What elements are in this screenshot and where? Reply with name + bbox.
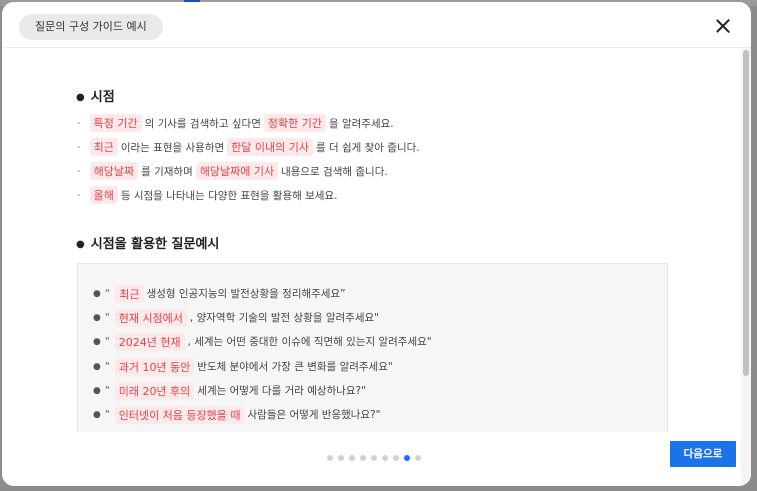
example-item: ● " 인터넷이 처음 등장했을 때 사람들은 어떻게 반응했나요?" [93,405,381,424]
dash-icon: - [77,141,81,153]
bullet-dot-icon: ● [93,336,101,347]
highlight-text: 한달 이내의 기사 [227,138,313,156]
example-item: ● " 미래 20년 후의 세계는 어떻게 다를 거라 예상하나요?" [93,381,366,400]
example-box: ● “ 최근 생성형 인공지능의 발전상황을 정리해주세요” ● " 현재 시점… [77,263,668,432]
highlight-text: 현재 시점에서 [114,308,187,327]
body-text: 세계는 어떻게 다를 거라 예상하나요?" [197,385,366,397]
section-title-examples: ● 시점을 활용한 질문예시 [76,237,220,252]
bullet-dot-icon: ● [93,361,101,372]
body-text: 등 시점을 나타내는 다양한 표현을 활용해 보세요. [120,189,338,202]
highlight-text: 특정 기간 [89,114,142,132]
body-text: , 양자역학 기술의 발전 상황을 알려주세요" [189,312,379,324]
list-item: - 올해 등 시점을 나타내는 다양한 표현을 활용해 보세요. [77,186,337,204]
pagination-dot[interactable] [382,455,388,461]
pagination-dot[interactable] [338,455,344,461]
close-icon[interactable] [715,18,731,34]
pagination-dot[interactable] [360,455,366,461]
body-text: 이라는 표현을 사용하면 [120,141,225,154]
bullet-dot-icon: ● [93,288,101,299]
body-text: 사람들은 어떻게 반응했나요?" [247,409,381,421]
dash-icon: - [77,189,81,201]
pagination-dot[interactable] [415,455,421,461]
body-text: 를 더 쉽게 찾아 줍니다. [315,141,420,154]
body-text: , 세계는 어떤 중대한 이슈에 직면해 있는지 알려주세요" [187,336,432,348]
next-button[interactable]: 다음으로 [670,441,736,467]
pagination-dot[interactable] [404,455,410,461]
section-title-time: ● 시점 [76,90,115,105]
pagination-dot[interactable] [349,455,355,461]
dash-icon: - [77,117,81,129]
example-item: ● " 현재 시점에서 , 양자역학 기술의 발전 상황을 알려주세요" [93,308,379,327]
bullet-dot-icon: ● [76,239,85,250]
bullet-dot-icon: ● [76,92,85,103]
bullet-dot-icon: ● [93,312,101,323]
body-text: 반도체 분야에서 가장 큰 변화를 알려주세요" [197,361,393,373]
dash-icon: - [77,165,81,177]
highlight-text: 2024년 현재 [114,332,185,351]
bullet-dot-icon: ● [93,385,101,396]
highlight-text: 해당날짜에 기사 [195,162,279,180]
list-item: - 특정 기간 의 기사를 검색하고 싶다면 정확한 기간 을 알려주세요. [77,114,394,132]
body-text: 생성형 인공지능의 발전상황을 정리해주세요” [146,288,346,300]
example-item: ● " 과거 10년 동안 반도체 분야에서 가장 큰 변화를 알려주세요" [93,357,393,376]
highlight-text: 최근 [115,284,144,303]
body-text: 을 알려주세요. [328,117,394,130]
pagination-dot[interactable] [371,455,377,461]
list-item: - 최근 이라는 표현을 사용하면 한달 이내의 기사 를 더 쉽게 찾아 줍니… [77,138,420,156]
highlight-text: 미래 20년 후의 [114,381,195,400]
body-text: 내용으로 검색해 줍니다. [281,165,388,178]
highlight-text: 정확한 기간 [263,114,326,132]
highlight-text: 인터넷이 처음 등장했을 때 [114,405,245,424]
bullet-dot-icon: ● [93,409,101,420]
pagination-dots [327,455,421,461]
highlight-text: 최근 [89,138,118,156]
body-text: 를 기재하며 [141,165,193,178]
highlight-text: 올해 [89,186,118,204]
highlight-text: 해당날짜 [89,162,139,180]
modal-header: 질문의 구성 가이드 예시 [2,2,751,48]
highlight-text: 과거 10년 동안 [114,357,195,376]
body-text: 의 기사를 검색하고 싶다면 [144,117,261,130]
modal-title: 질문의 구성 가이드 예시 [19,14,163,40]
modal-content: ● 시점 - 특정 기간 의 기사를 검색하고 싶다면 정확한 기간 을 알려주세… [2,48,741,432]
guide-modal: 질문의 구성 가이드 예시 ● 시점 - 특정 기간 의 기사를 검색하고 싶다면… [2,2,751,486]
list-item: - 해당날짜 를 기재하며 해당날짜에 기사 내용으로 검색해 줍니다. [77,162,388,180]
pagination-dot[interactable] [327,455,333,461]
pagination-dot[interactable] [393,455,399,461]
example-item: ● “ 최근 생성형 인공지능의 발전상황을 정리해주세요” [93,284,346,303]
example-item: ● " 2024년 현재 , 세계는 어떤 중대한 이슈에 직면해 있는지 알려… [93,332,432,351]
scrollbar-thumb[interactable] [743,50,749,376]
